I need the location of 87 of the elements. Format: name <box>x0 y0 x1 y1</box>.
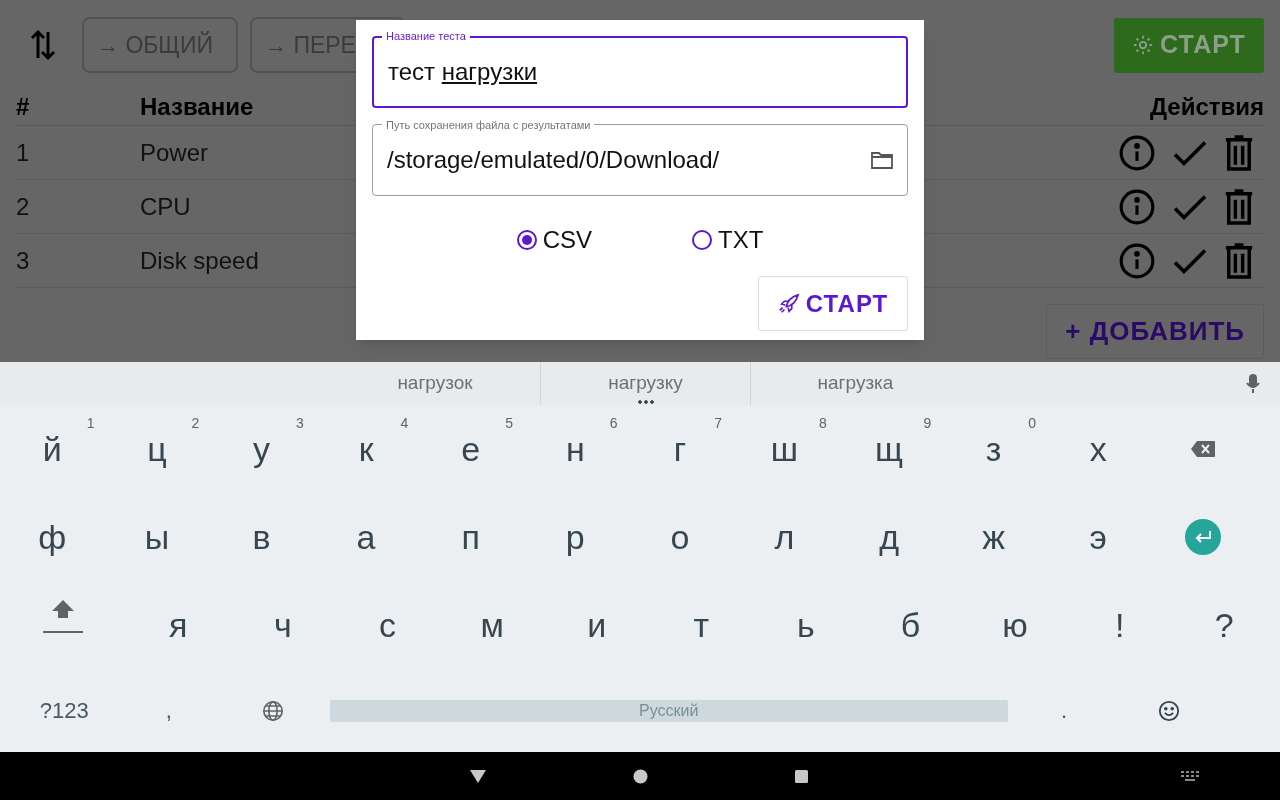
keyboard-key[interactable]: б <box>900 608 921 642</box>
back-icon[interactable] <box>469 768 487 784</box>
info-icon[interactable] <box>1118 133 1156 172</box>
enter-icon <box>1193 530 1212 544</box>
key-hint: 1 <box>86 414 95 433</box>
radio-label: TXT <box>718 225 764 255</box>
keyboard-key[interactable]: э <box>1089 520 1107 554</box>
field-label: Путь сохранения файла с результатами <box>382 118 595 132</box>
keyboard-key[interactable]: ш <box>770 432 799 466</box>
column-header: # <box>16 91 31 122</box>
table-cell-text: 2 <box>16 191 31 222</box>
keyboard-key[interactable]: с <box>379 608 396 642</box>
keyboard-key[interactable]: н <box>565 432 585 466</box>
key-hint: 8 <box>818 414 827 433</box>
recents-icon[interactable] <box>794 768 809 784</box>
keyboard-key[interactable]: ?123 <box>39 694 89 727</box>
suggestion[interactable]: нагрузок <box>397 371 473 395</box>
keyboard-key[interactable]: ! <box>1114 608 1125 642</box>
table-cell-text: Power <box>140 137 210 168</box>
sort-icon[interactable] <box>30 28 56 62</box>
keyboard-key[interactable]: к <box>358 432 374 466</box>
trash-icon[interactable] <box>1224 133 1254 172</box>
field-label: Название теста <box>382 29 470 43</box>
keyboard-key[interactable]: ? <box>1214 608 1234 642</box>
keyboard-key[interactable]: ф <box>38 520 67 554</box>
keyboard-key[interactable]: ы <box>144 520 170 554</box>
home-icon[interactable] <box>633 768 648 784</box>
keyboard-key[interactable]: ч <box>274 608 292 642</box>
keyboard-key[interactable]: й <box>42 432 62 466</box>
keyboard-key[interactable]: п <box>461 520 480 554</box>
key-hint: 7 <box>714 414 723 433</box>
table-cell-text: 1 <box>16 137 31 168</box>
keyboard-key[interactable]: е <box>461 432 481 466</box>
keyboard-key[interactable]: ц <box>147 432 167 466</box>
keyboard-key[interactable]: р <box>565 520 585 554</box>
keyboard-key[interactable]: я <box>169 608 188 642</box>
radio-button[interactable] <box>516 230 537 250</box>
start-button[interactable]: СТАРТ <box>758 276 908 331</box>
key-hint: 0 <box>1028 414 1036 433</box>
trash-icon[interactable] <box>1224 241 1254 280</box>
keyboard-key[interactable]: м <box>480 608 504 642</box>
more-icon[interactable] <box>636 400 655 404</box>
keyboard-key[interactable]: , <box>165 694 172 727</box>
keyboard-key[interactable]: у <box>253 432 270 466</box>
table-cell-text: Disk speed <box>140 245 260 276</box>
trash-icon[interactable] <box>1224 187 1254 226</box>
keyboard-key[interactable]: ь <box>797 608 815 642</box>
radio-button[interactable] <box>692 230 712 250</box>
table-cell-text: CPU <box>140 191 192 222</box>
key-hint: 6 <box>609 414 618 433</box>
suggestion[interactable]: нагрузку <box>608 371 683 395</box>
keyboard-key[interactable]: . <box>1061 694 1068 727</box>
keyboard-key[interactable]: д <box>879 520 899 554</box>
column-header: Название <box>140 91 255 122</box>
keyboard-key[interactable]: т <box>693 608 710 642</box>
field-value: /storage/emulated/0/Download/ <box>387 145 721 175</box>
radio-label: CSV <box>542 225 592 255</box>
globe-icon[interactable] <box>262 699 285 722</box>
keyboard-key[interactable]: х <box>1089 432 1107 466</box>
key-hint: 4 <box>400 414 409 433</box>
suggestion[interactable]: нагрузка <box>817 371 894 395</box>
table-cell-text: 3 <box>16 245 31 276</box>
keyboard-key[interactable]: в <box>252 520 271 554</box>
backspace-icon[interactable] <box>1189 440 1216 458</box>
key-hint: 5 <box>505 414 513 433</box>
keyboard-key[interactable]: г <box>673 432 687 466</box>
key-hint: 2 <box>191 414 200 433</box>
info-icon[interactable] <box>1118 187 1156 226</box>
key-hint: 9 <box>923 414 932 433</box>
shift-icon[interactable] <box>51 599 75 619</box>
keyboard-key[interactable]: и <box>587 608 607 642</box>
microphone-icon[interactable] <box>1246 373 1260 394</box>
keyboard-key[interactable]: а <box>356 520 376 554</box>
keyboard-key[interactable]: щ <box>875 432 904 466</box>
folder-icon[interactable] <box>871 151 893 169</box>
info-icon[interactable] <box>1118 241 1156 280</box>
keyboard-key[interactable]: ю <box>1002 608 1028 642</box>
keyboard-key[interactable]: ж <box>982 520 1005 554</box>
keyboard-icon[interactable] <box>1181 771 1199 781</box>
key-hint: 3 <box>296 414 304 433</box>
keyboard-key[interactable]: з <box>985 432 1002 466</box>
column-header: Действия <box>1149 91 1264 122</box>
smiley-icon[interactable] <box>1157 699 1180 722</box>
keyboard-key[interactable]: л <box>774 520 795 554</box>
rocket-icon <box>777 292 800 315</box>
enter-key[interactable] <box>1184 519 1221 555</box>
keyboard-key[interactable]: о <box>670 520 690 554</box>
